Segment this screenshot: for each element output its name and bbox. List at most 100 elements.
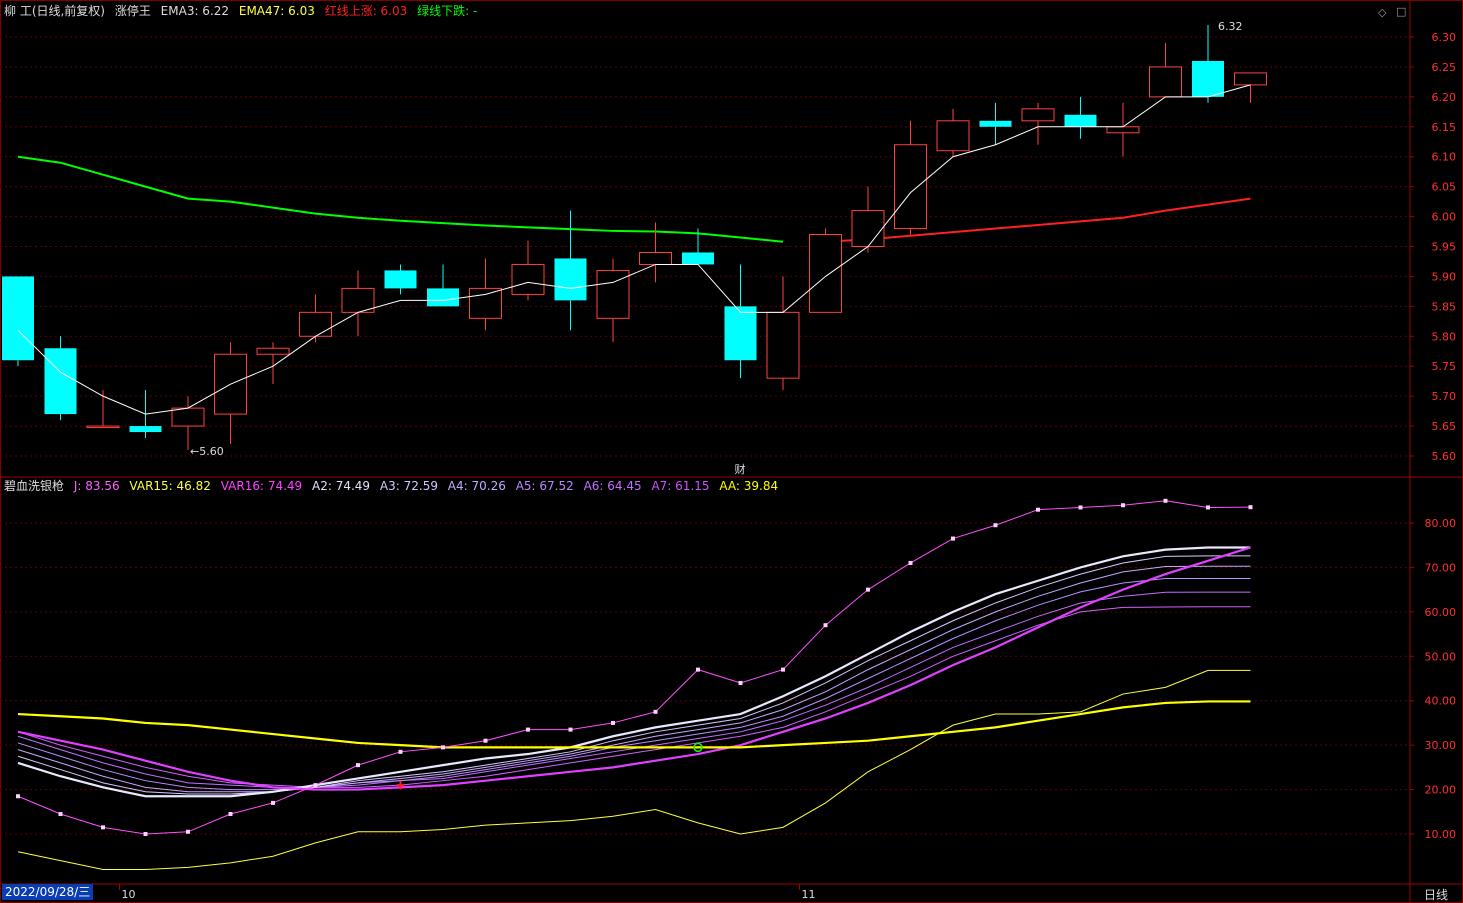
j-point-marker (58, 812, 63, 817)
candle-body-down (979, 120, 1012, 127)
candle-body-down (129, 426, 162, 433)
j-point-marker (653, 709, 658, 714)
ema47-label: EMA47: 6.03 (238, 4, 315, 18)
candle-body-down (44, 348, 77, 415)
j-point-marker (866, 587, 870, 592)
j-point-marker (1121, 503, 1125, 508)
sub-y-tick-label: 40.00 (1425, 695, 1457, 708)
candle-body-up (639, 251, 672, 265)
period-selector[interactable]: 日线 (1424, 886, 1448, 903)
series-a5-line (17, 577, 1251, 791)
main-y-tick-label: 6.30 (1432, 31, 1457, 44)
var16-label: VAR16: 74.49 (220, 479, 303, 493)
candle-body-up (1149, 66, 1182, 98)
j-point-marker (1206, 505, 1210, 510)
j-point-marker (526, 727, 530, 732)
j-point-marker (228, 812, 233, 817)
candle-body-down (682, 252, 714, 265)
j-point-marker (271, 800, 275, 805)
sub-y-tick-label: 20.00 (1425, 784, 1457, 797)
candle-body-up (511, 263, 545, 295)
main-header: 柳 工(日线,前复权) 涨停王 EMA3: 6.22 EMA47: 6.03 红… (4, 3, 483, 19)
ema47-down-line (17, 155, 784, 243)
j-point-marker (16, 794, 20, 799)
main-y-tick-label: 6.20 (1432, 91, 1457, 104)
candle-body-down (2, 276, 34, 361)
low-price-label: ←5.60 (190, 445, 224, 458)
square-button[interactable]: □ (1396, 5, 1406, 18)
main-y-tick-label: 6.15 (1432, 121, 1457, 134)
candle-body-down (427, 288, 459, 307)
candle-body-up (299, 311, 332, 337)
j-point-marker (738, 680, 743, 685)
main-y-tick-label: 5.75 (1432, 360, 1457, 373)
a7-label: A7: 61.15 (651, 479, 710, 493)
series-a4-line (17, 565, 1251, 793)
j-point-marker (441, 745, 445, 750)
j-point-marker (1036, 507, 1040, 512)
stock-chart-window: { "header": { "stock": "柳 工(日线,前复权)", "i… (0, 0, 1463, 903)
j-point-marker (611, 720, 615, 725)
main-y-tick-label: 5.80 (1432, 330, 1457, 343)
a4-label: A4: 70.26 (447, 479, 506, 493)
aa-label: AA: 39.84 (719, 479, 779, 493)
candle-body-up (171, 407, 205, 427)
a5-label: A5: 67.52 (515, 479, 574, 493)
j-point-marker (823, 623, 828, 628)
main-y-tick-label: 6.05 (1432, 181, 1457, 194)
main-y-tick-label: 6.25 (1432, 61, 1457, 74)
red-up-label: 红线上涨: 6.03 (324, 4, 408, 18)
candle-body-up (851, 210, 885, 247)
candle-body-up (766, 311, 800, 379)
sub-indicator-name: 碧血洗银枪 (4, 479, 65, 493)
j-point-marker (1248, 505, 1253, 510)
candle-body-up (809, 234, 842, 313)
j-point-marker (398, 749, 403, 754)
series-a7-line (17, 606, 1251, 788)
candle-body-up (86, 425, 120, 429)
j-point-marker (186, 829, 190, 834)
main-y-tick-label: 5.90 (1432, 270, 1457, 283)
main-y-tick-label: 6.00 (1432, 211, 1457, 224)
x-tick-label: 10 (122, 888, 136, 901)
diamond-button[interactable]: ◇ (1378, 6, 1386, 19)
sub-y-tick-label: 10.00 (1425, 828, 1457, 841)
j-label: J: 83.56 (73, 479, 120, 493)
j-point-marker (1078, 505, 1083, 510)
main-y-tick-label: 6.10 (1432, 151, 1457, 164)
ema3-line (17, 84, 1251, 415)
sub-y-tick-label: 80.00 (1425, 517, 1457, 530)
indicator-name: 涨停王 (114, 4, 151, 18)
candle-body-down (724, 306, 757, 361)
candle-body-up (1021, 108, 1055, 122)
j-point-marker (993, 523, 998, 528)
stock-title: 柳 工(日线,前复权) (4, 4, 105, 18)
main-y-tick-label: 5.95 (1432, 241, 1457, 254)
candle-body-up (469, 287, 502, 319)
candle-body-up (256, 347, 290, 355)
high-price-label: 6.32 (1218, 20, 1243, 33)
main-y-tick-label: 5.70 (1432, 390, 1457, 403)
var15-label: VAR15: 46.82 (129, 479, 211, 493)
candle-body-up (894, 144, 927, 230)
j-point-marker (101, 825, 105, 830)
j-point-marker (313, 783, 318, 788)
j-point-marker (908, 560, 913, 565)
main-y-tick-label: 5.85 (1432, 300, 1457, 313)
sub-y-tick-label: 60.00 (1425, 606, 1457, 619)
candle-body-up (1106, 126, 1140, 134)
j-point-marker (143, 832, 148, 836)
main-y-tick-label: 5.60 (1432, 450, 1457, 463)
a2-label: A2: 74.49 (312, 479, 371, 493)
candle-body-up (936, 120, 970, 152)
sub-y-tick-label: 50.00 (1425, 650, 1457, 663)
j-point-marker (356, 763, 360, 768)
j-point-marker (781, 667, 785, 672)
candle-body-down (1192, 60, 1224, 97)
candle-body-down (384, 270, 417, 289)
x-tick-label: 11 (802, 888, 816, 901)
j-point-marker (483, 738, 488, 743)
cursor-date: 2022/09/28/三 (2, 884, 94, 900)
series-a3-line (17, 555, 1251, 795)
j-point-marker (951, 536, 955, 541)
